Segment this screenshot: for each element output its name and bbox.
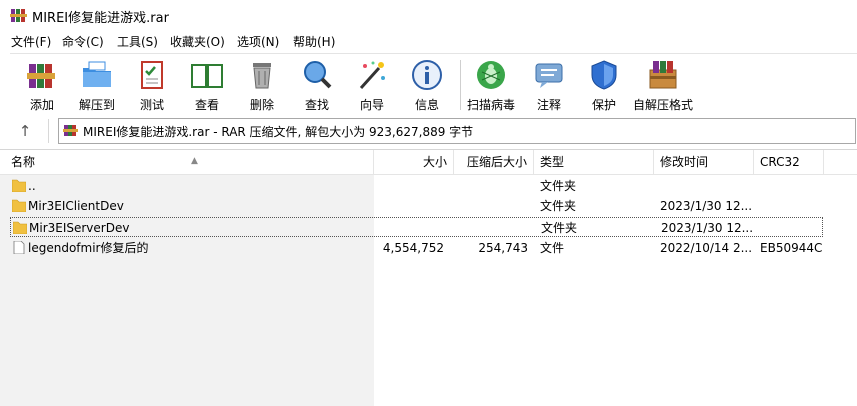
file-crc xyxy=(760,196,822,216)
find-icon xyxy=(304,61,332,89)
toolbar-separator xyxy=(460,60,461,110)
file-type: 文件 xyxy=(540,241,565,255)
file-modified: 2023/1/30 12... xyxy=(660,199,753,213)
col-header-size[interactable]: 大小 xyxy=(374,150,454,174)
delete-button[interactable]: 删除 xyxy=(235,56,289,114)
file-size xyxy=(375,218,445,238)
file-crc xyxy=(760,176,822,196)
file-packed xyxy=(454,176,528,196)
file-packed xyxy=(454,196,528,216)
file-size xyxy=(374,176,444,196)
address-separator xyxy=(48,119,49,143)
file-modified: 2023/1/30 12... xyxy=(661,221,754,235)
address-text: MIREI修复能进游戏.rar - RAR 压缩文件, 解包大小为 923,62… xyxy=(83,125,474,139)
add-button[interactable]: 添加 xyxy=(15,56,69,114)
extract-to-label: 解压到 xyxy=(78,98,115,112)
col-header-name[interactable]: 名称 ▲ xyxy=(5,150,374,174)
extract-to-icon xyxy=(83,61,111,87)
folder-icon xyxy=(13,221,27,234)
file-type: 文件夹 xyxy=(540,179,577,193)
protect-icon xyxy=(591,60,617,90)
file-type: 文件夹 xyxy=(541,221,578,235)
menu-file[interactable]: 文件(F) xyxy=(10,33,52,50)
file-list[interactable]: 名称 ▲ 大小 压缩后大小 类型 修改时间 CRC32 .. 文件夹 Mir3E… xyxy=(0,149,857,406)
file-name: Mir3EIClientDev xyxy=(28,199,124,213)
virus-scan-icon xyxy=(477,61,505,89)
file-packed: 254,743 xyxy=(478,241,528,255)
winrar-books-icon xyxy=(10,9,27,22)
view-button[interactable]: 查看 xyxy=(180,56,234,114)
list-item[interactable]: Mir3EIServerDev 文件夹 2023/1/30 12... xyxy=(10,217,823,237)
file-size: 4,554,752 xyxy=(382,241,444,255)
file-name: Mir3EIServerDev xyxy=(29,221,130,235)
col-header-packed[interactable]: 压缩后大小 xyxy=(454,150,534,174)
folder-icon xyxy=(12,199,26,212)
comment-label: 注释 xyxy=(536,98,561,112)
menu-tools[interactable]: 工具(S) xyxy=(116,33,159,50)
info-icon xyxy=(412,60,442,90)
test-label: 测试 xyxy=(139,98,164,112)
info-label: 信息 xyxy=(414,98,439,112)
test-icon xyxy=(141,61,163,89)
menu-bar: 文件(F) 命令(C) 工具(S) 收藏夹(O) 选项(N) 帮助(H) xyxy=(0,31,857,51)
window-title: MIREI修复能进游戏.rar xyxy=(32,11,169,26)
list-item[interactable]: Mir3EIClientDev 文件夹 2023/1/30 12... xyxy=(10,196,823,216)
address-field[interactable]: MIREI修复能进游戏.rar - RAR 压缩文件, 解包大小为 923,62… xyxy=(58,118,856,144)
file-name: .. xyxy=(28,179,36,193)
menu-favorites[interactable]: 收藏夹(O) xyxy=(169,33,226,50)
file-modified xyxy=(660,176,754,196)
menu-options[interactable]: 选项(N) xyxy=(236,33,280,50)
menu-commands[interactable]: 命令(C) xyxy=(61,33,105,50)
delete-icon xyxy=(253,63,271,89)
comment-button[interactable]: 注释 xyxy=(522,56,576,114)
winrar-archive-icon xyxy=(63,125,78,136)
test-button[interactable]: 测试 xyxy=(125,56,179,114)
file-type: 文件夹 xyxy=(540,199,577,213)
sfx-label: 自解压格式 xyxy=(632,98,693,112)
virus-scan-button[interactable]: 扫描病毒 xyxy=(464,56,518,114)
comment-icon xyxy=(535,63,563,88)
protect-button[interactable]: 保护 xyxy=(577,56,631,114)
file-icon xyxy=(13,241,25,254)
wizard-label: 向导 xyxy=(359,98,384,112)
file-size xyxy=(374,196,444,216)
list-item[interactable]: .. 文件夹 xyxy=(10,176,823,196)
extract-to-button[interactable]: 解压到 xyxy=(70,56,124,114)
sfx-button[interactable]: 自解压格式 xyxy=(632,56,694,114)
wizard-icon xyxy=(359,61,385,90)
wizard-button[interactable]: 向导 xyxy=(345,56,399,114)
delete-label: 删除 xyxy=(249,98,274,112)
list-item[interactable]: legendofmir修复后的 4,554,752 254,743 文件 202… xyxy=(10,238,823,258)
address-bar: ↑ MIREI修复能进游戏.rar - RAR 压缩文件, 解包大小为 923,… xyxy=(0,115,857,147)
view-icon xyxy=(191,64,223,88)
file-packed xyxy=(455,218,529,238)
file-crc xyxy=(761,218,823,238)
title-bar: MIREI修复能进游戏.rar xyxy=(0,0,857,30)
sort-up-icon: ▲ xyxy=(191,156,198,166)
toolbar: 添加 解压到 测试 查看 删除 查找 向导 信息 扫描病毒 注释 保护 自解压格… xyxy=(10,53,857,116)
add-icon xyxy=(27,64,55,88)
file-crc: EB50944C xyxy=(760,241,822,255)
file-modified: 2022/10/14 2... xyxy=(660,241,753,255)
col-header-type[interactable]: 类型 xyxy=(534,150,654,174)
find-button[interactable]: 查找 xyxy=(290,56,344,114)
find-label: 查找 xyxy=(304,98,329,112)
virus-scan-label: 扫描病毒 xyxy=(466,98,515,112)
menu-help[interactable]: 帮助(H) xyxy=(292,33,336,50)
col-header-crc32[interactable]: CRC32 xyxy=(754,150,824,174)
col-header-modified[interactable]: 修改时间 xyxy=(654,150,754,174)
folder-icon xyxy=(12,179,26,192)
file-name: legendofmir修复后的 xyxy=(28,241,149,255)
info-button[interactable]: 信息 xyxy=(400,56,454,114)
view-label: 查看 xyxy=(194,98,219,112)
up-arrow-icon[interactable]: ↑ xyxy=(14,121,36,141)
add-label: 添加 xyxy=(29,98,54,112)
protect-label: 保护 xyxy=(591,98,616,112)
list-header: 名称 ▲ 大小 压缩后大小 类型 修改时间 CRC32 xyxy=(0,150,857,175)
sfx-icon xyxy=(649,61,677,89)
